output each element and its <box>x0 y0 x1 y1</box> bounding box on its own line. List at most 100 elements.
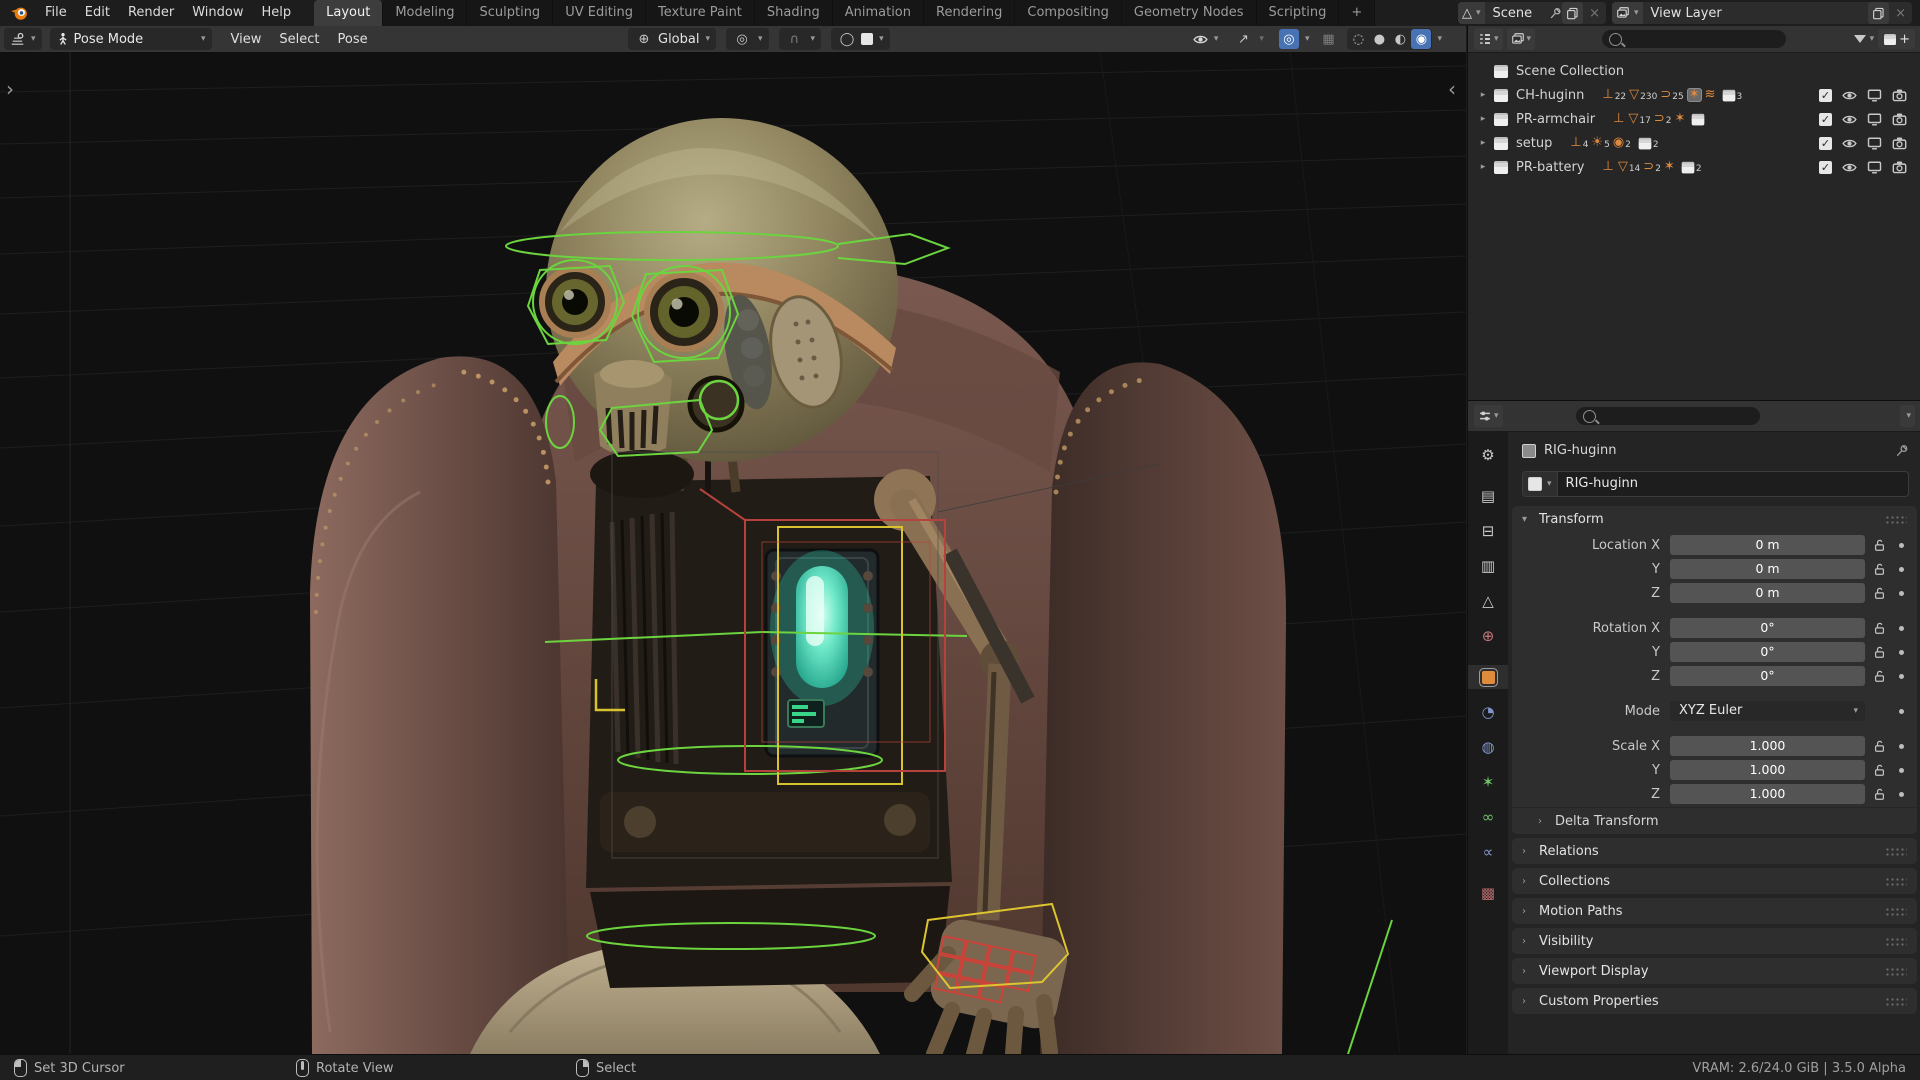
outliner-editor-type-button[interactable]: ▾ <box>1474 28 1503 50</box>
lock-icon[interactable] <box>1865 646 1893 659</box>
checkbox-icon[interactable]: ✓ <box>1819 137 1832 150</box>
lock-icon[interactable] <box>1865 788 1893 801</box>
location-x-field[interactable]: 0 m <box>1670 535 1865 555</box>
eye-icon[interactable] <box>1842 136 1857 151</box>
tab-object[interactable] <box>1468 665 1508 689</box>
animate-dot[interactable] <box>1893 768 1909 773</box>
panel-grip[interactable] <box>1885 877 1907 886</box>
location-y-field[interactable]: 0 m <box>1670 559 1865 579</box>
menu-window[interactable]: Window <box>183 0 252 26</box>
animate-dot[interactable] <box>1893 591 1909 596</box>
expander-icon[interactable]: ▸ <box>1476 90 1490 100</box>
lock-icon[interactable] <box>1865 587 1893 600</box>
tab-bone-constraints[interactable]: ∝ <box>1468 840 1508 864</box>
pivot-point-dropdown[interactable]: ◎ ▾ <box>726 28 769 50</box>
lock-icon[interactable] <box>1865 539 1893 552</box>
pin-id-icon[interactable] <box>1895 444 1909 458</box>
checkbox-icon[interactable]: ✓ <box>1819 113 1832 126</box>
tab-scene[interactable]: △ <box>1468 589 1508 613</box>
camera-icon[interactable] <box>1892 136 1907 151</box>
tab-constraints[interactable]: ◔ <box>1468 700 1508 724</box>
blender-logo-icon[interactable] <box>0 4 36 22</box>
rotation-x-field[interactable]: 0° <box>1670 618 1865 638</box>
camera-icon[interactable] <box>1892 160 1907 175</box>
delta-transform-panel[interactable]: › Delta Transform <box>1512 807 1917 834</box>
eye-icon[interactable] <box>1842 112 1857 127</box>
tab-world[interactable]: ⊕ <box>1468 624 1508 648</box>
custom-properties-panel[interactable]: ›Custom Properties <box>1512 988 1917 1014</box>
monitor-icon[interactable] <box>1867 136 1882 151</box>
new-scene-icon[interactable] <box>1562 2 1583 24</box>
view-layer-browse-button[interactable]: ▾ <box>1612 2 1643 24</box>
menu-help[interactable]: Help <box>253 0 301 26</box>
collection-row-pr-battery[interactable]: ▸ PR-battery ⊥ ▽14 ⊃2 ✶ 2 ✓ <box>1476 155 1917 179</box>
editor-type-button[interactable]: ▾ <box>4 28 42 50</box>
menu-edit[interactable]: Edit <box>76 0 119 26</box>
animate-dot[interactable] <box>1893 543 1909 548</box>
object-id-browse-button[interactable]: ▾ <box>1522 471 1558 497</box>
proportional-editing-dropdown[interactable]: ◯ ▾ <box>831 28 890 50</box>
monitor-icon[interactable] <box>1867 160 1882 175</box>
scene-name[interactable]: Scene <box>1485 6 1550 21</box>
object-name-field[interactable]: RIG-huginn <box>1558 471 1909 497</box>
tab-physics[interactable]: ◍ <box>1468 735 1508 759</box>
animate-dot[interactable] <box>1893 674 1909 679</box>
checkbox-icon[interactable]: ✓ <box>1819 89 1832 102</box>
monitor-icon[interactable] <box>1867 112 1882 127</box>
panel-grip[interactable] <box>1885 937 1907 946</box>
camera-icon[interactable] <box>1892 88 1907 103</box>
shading-wireframe-button[interactable]: ◌ <box>1348 29 1368 49</box>
tab-texture-paint[interactable]: Texture Paint <box>646 0 755 26</box>
tab-bone[interactable]: ∞ <box>1468 805 1508 829</box>
pin-scene-icon[interactable] <box>1549 7 1562 20</box>
lock-icon[interactable] <box>1865 563 1893 576</box>
scale-y-field[interactable]: 1.000 <box>1670 760 1865 780</box>
camera-icon[interactable] <box>1892 112 1907 127</box>
outliner-search-input[interactable] <box>1602 30 1786 48</box>
tab-object-data[interactable]: ✶ <box>1468 770 1508 794</box>
collection-row-pr-armchair[interactable]: ▸ PR-armchair ⊥ ▽17 ⊃2 ✶ ✓ <box>1476 107 1917 131</box>
toolbar-expand-arrow[interactable]: › <box>6 77 14 101</box>
lock-icon[interactable] <box>1865 622 1893 635</box>
3d-viewport-canvas[interactable]: › ‹ <box>0 52 1466 1054</box>
unlink-scene-icon[interactable]: × <box>1583 6 1606 21</box>
collection-row-setup[interactable]: ▸ setup ⊥4 ☀5 ◉2 2 ✓ <box>1476 131 1917 155</box>
new-view-layer-icon[interactable] <box>1868 2 1889 24</box>
tab-compositing[interactable]: Compositing <box>1015 0 1122 26</box>
tab-scripting[interactable]: Scripting <box>1257 0 1340 26</box>
monitor-icon[interactable] <box>1867 88 1882 103</box>
show-overlays-toggle[interactable]: ◎ ▾ <box>1273 28 1316 50</box>
tab-uv-editing[interactable]: UV Editing <box>553 0 646 26</box>
panel-grip[interactable] <box>1885 997 1907 1006</box>
mode-dropdown[interactable]: Pose Mode ▾ <box>50 28 212 50</box>
rotation-y-field[interactable]: 0° <box>1670 642 1865 662</box>
viewport-display-panel[interactable]: ›Viewport Display <box>1512 958 1917 984</box>
animate-dot[interactable] <box>1893 744 1909 749</box>
view-layer-name[interactable]: View Layer <box>1643 6 1869 21</box>
location-z-field[interactable]: 0 m <box>1670 583 1865 603</box>
sidebar-collapse-arrow[interactable]: ‹ <box>1448 77 1456 101</box>
tab-shading[interactable]: Shading <box>755 0 833 26</box>
tab-texture[interactable]: ▩ <box>1468 881 1508 905</box>
breadcrumb-object-name[interactable]: RIG-huginn <box>1544 443 1616 458</box>
tab-animation[interactable]: Animation <box>833 0 924 26</box>
animate-dot[interactable] <box>1893 650 1909 655</box>
properties-editor-type-button[interactable]: ▾ <box>1474 405 1503 427</box>
outliner-filter-button[interactable]: ▾ <box>1854 34 1875 44</box>
remove-view-layer-icon[interactable]: × <box>1889 6 1912 21</box>
menu-render[interactable]: Render <box>119 0 183 26</box>
lock-icon[interactable] <box>1865 670 1893 683</box>
scale-x-field[interactable]: 1.000 <box>1670 736 1865 756</box>
collections-panel[interactable]: ›Collections <box>1512 868 1917 894</box>
shading-rendered-button[interactable]: ◉ <box>1411 29 1431 49</box>
motion-paths-panel[interactable]: ›Motion Paths <box>1512 898 1917 924</box>
new-collection-button[interactable]: + <box>1878 29 1915 49</box>
tab-modeling[interactable]: Modeling <box>383 0 467 26</box>
animate-dot[interactable] <box>1893 626 1909 631</box>
tab-layout[interactable]: Layout <box>314 0 383 26</box>
scene-browse-button[interactable]: △▾ <box>1458 2 1485 24</box>
properties-search-input[interactable] <box>1576 407 1760 425</box>
animate-dot[interactable] <box>1893 567 1909 572</box>
menu-view[interactable]: View <box>222 32 271 47</box>
eye-icon[interactable] <box>1842 160 1857 175</box>
